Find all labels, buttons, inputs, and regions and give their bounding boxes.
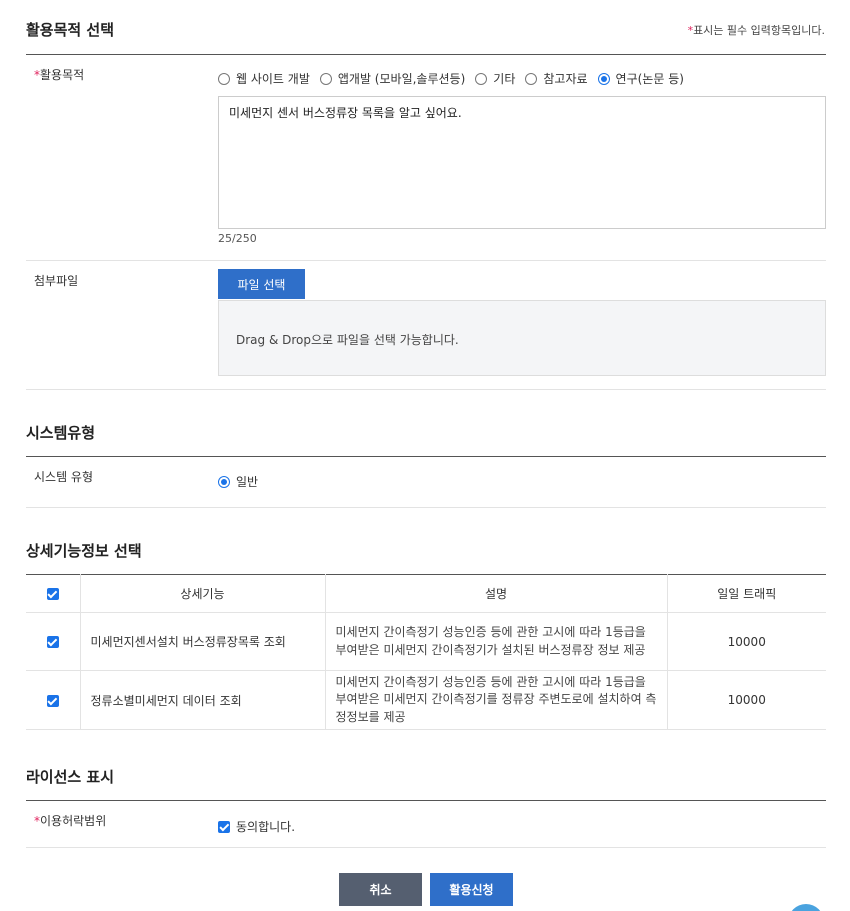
license-scope-label: *이용허락범위	[34, 814, 107, 828]
purpose-section-title: 활용목적 선택	[26, 21, 115, 39]
row-check-cell	[26, 612, 81, 671]
header-select-all	[26, 574, 81, 613]
char-counter: 25/250	[218, 232, 257, 245]
feature-description: 미세먼지 간이측정기 성능인증 등에 관한 고시에 따라 1등급을 부여받은 미…	[325, 612, 668, 671]
purpose-textarea[interactable]: 미세먼지 센서 버스정류장 목록을 알고 싶어요.	[218, 96, 826, 229]
feature-name: 미세먼지센서설치 버스정류장목록 조회	[80, 612, 326, 671]
table-header-row: 상세기능 설명 일일 트래픽	[26, 574, 826, 613]
table-row: 미세먼지센서설치 버스정류장목록 조회 미세먼지 간이측정기 성능인증 등에 관…	[26, 612, 826, 671]
file-dropzone[interactable]: Drag & Drop으로 파일을 선택 가능합니다.	[218, 300, 826, 376]
apply-button[interactable]: 활용신청	[430, 873, 513, 906]
feature-name: 정류소별미세먼지 데이터 조회	[80, 670, 326, 731]
radio-circle[interactable]	[319, 72, 332, 85]
radio-circle[interactable]	[475, 72, 488, 85]
radio-other[interactable]: 기타	[475, 70, 515, 87]
radio-system-general[interactable]: 일반	[218, 473, 258, 490]
agree-checkbox-label[interactable]: 동의합니다.	[218, 818, 295, 835]
radio-circle[interactable]	[525, 72, 538, 85]
radio-web-dev[interactable]: 웹 사이트 개발	[218, 70, 310, 87]
purpose-radio-group: 웹 사이트 개발 앱개발 (모바일,솔루션등) 기타 참고자료 연구(논문 등)	[218, 70, 694, 87]
row-divider	[26, 389, 826, 390]
table-row: 정류소별미세먼지 데이터 조회 미세먼지 간이측정기 성능인증 등에 관한 고시…	[26, 670, 826, 731]
system-type-label: 시스템 유형	[34, 470, 94, 484]
feature-traffic: 10000	[667, 612, 826, 671]
radio-reference[interactable]: 참고자료	[525, 70, 588, 87]
section-divider	[26, 456, 826, 457]
cancel-button[interactable]: 취소	[339, 873, 422, 906]
required-note-text: 표시는 필수 입력항목입니다.	[693, 24, 825, 37]
file-select-button[interactable]: 파일 선택	[218, 269, 305, 299]
required-note: *표시는 필수 입력항목입니다.	[688, 22, 825, 38]
features-section-title: 상세기능정보 선택	[26, 542, 142, 560]
purpose-label: *활용목적	[34, 68, 85, 82]
system-section-title: 시스템유형	[26, 424, 96, 442]
radio-research[interactable]: 연구(논문 등)	[597, 70, 684, 87]
agree-checkbox[interactable]	[218, 820, 230, 833]
header-description: 설명	[325, 574, 668, 613]
section-divider	[26, 800, 826, 801]
radio-circle-selected[interactable]	[218, 475, 230, 488]
row-divider	[26, 847, 826, 848]
section-divider	[26, 54, 826, 55]
row-check-cell	[26, 670, 81, 731]
row-checkbox[interactable]	[46, 636, 59, 648]
radio-app-dev[interactable]: 앱개발 (모바일,솔루션등)	[319, 70, 465, 87]
radio-circle[interactable]	[218, 72, 230, 85]
features-table: 상세기능 설명 일일 트래픽 미세먼지센서설치 버스정류장목록 조회 미세먼지 …	[26, 574, 826, 731]
attachment-label: 첨부파일	[34, 274, 79, 288]
row-divider	[26, 260, 826, 261]
floating-help-button[interactable]	[788, 904, 824, 911]
feature-description: 미세먼지 간이측정기 성능인증 등에 관한 고시에 따라 1등급을 부여받은 미…	[325, 670, 668, 731]
feature-traffic: 10000	[667, 670, 826, 731]
dropzone-text: Drag & Drop으로 파일을 선택 가능합니다.	[236, 333, 459, 347]
row-divider	[26, 507, 826, 508]
header-feature: 상세기능	[80, 574, 326, 613]
license-section-title: 라이선스 표시	[26, 768, 115, 786]
header-traffic: 일일 트래픽	[667, 574, 826, 613]
select-all-checkbox[interactable]	[46, 588, 59, 600]
row-checkbox[interactable]	[46, 694, 59, 707]
radio-circle-selected[interactable]	[597, 72, 610, 85]
